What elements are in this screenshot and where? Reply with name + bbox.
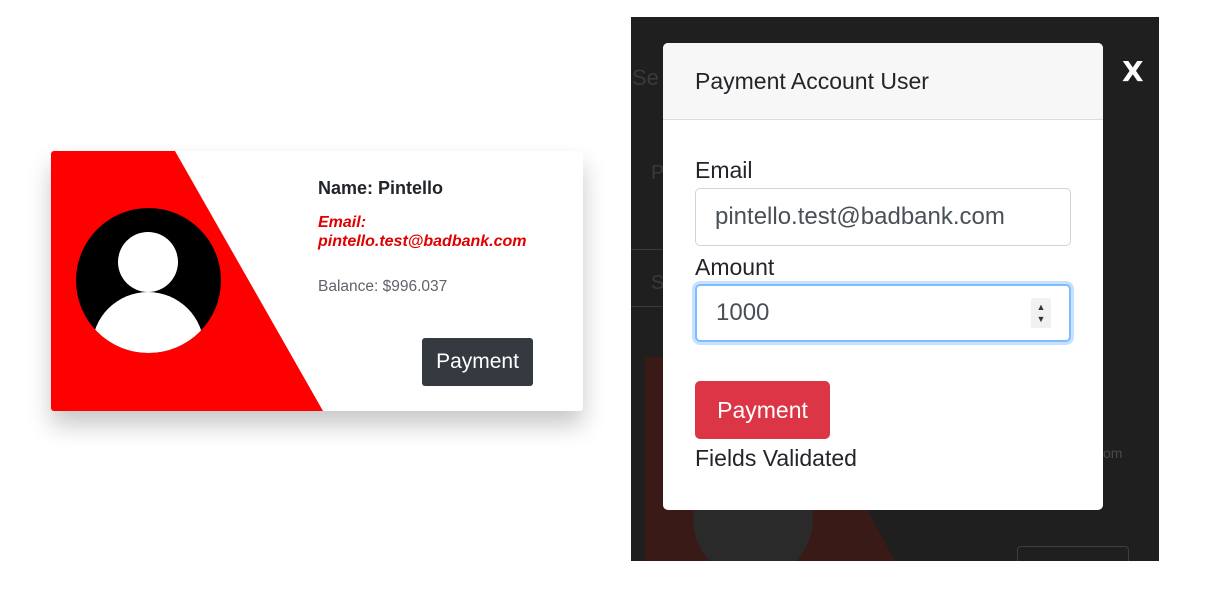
modal-header: Payment Account User [663,43,1103,120]
submit-payment-button[interactable]: Payment [695,381,830,439]
email-label: Email [695,157,753,183]
user-email: Email: pintello.test@badbank.com [318,214,527,250]
user-info: Name: Pintello Email: pintello.test@badb… [318,178,568,296]
user-card: Name: Pintello Email: pintello.test@badb… [51,151,583,411]
close-icon[interactable]: X [1122,55,1144,88]
background-button-ghost [1017,546,1129,561]
card-payment-button[interactable]: Payment [422,338,533,386]
background-text-fragment: om [1103,445,1123,461]
payment-modal: Payment Account User Email Amount ▲ ▼ Pa… [663,43,1103,510]
user-name: Name: Pintello [318,178,444,198]
page: Name: Pintello Email: pintello.test@badb… [0,0,1224,603]
modal-title: Payment Account User [695,68,929,94]
user-balance: Balance: $996.037 [318,278,448,295]
modal-backdrop[interactable]: Se P S om X Payment Account User Email A… [631,17,1159,561]
background-text-fragment: Se [632,65,659,90]
amount-stepper[interactable]: ▲ ▼ [1031,298,1051,328]
amount-label: Amount [695,254,775,280]
validation-status: Fields Validated [695,445,857,471]
stepper-down-icon[interactable]: ▼ [1037,313,1046,325]
amount-field[interactable] [695,284,1071,342]
user-avatar-icon [76,208,221,353]
email-field[interactable] [695,188,1071,246]
stepper-up-icon[interactable]: ▲ [1037,301,1046,313]
